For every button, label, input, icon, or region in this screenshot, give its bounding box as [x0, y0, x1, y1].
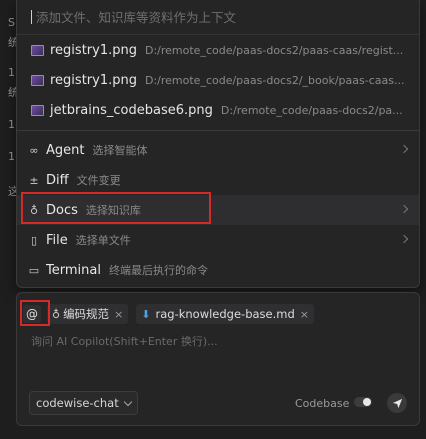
chat-composer: @ ♁ 编码规范 × ⬇ rag-knowledge-base.md × cod…	[16, 292, 420, 426]
chevron-right-icon	[399, 234, 409, 244]
context-search-input[interactable]	[34, 8, 378, 26]
command-name: Agent	[46, 142, 85, 158]
command-desc: 文件变更	[76, 174, 121, 187]
file-path: D:/remote_code/paas-docs2/paas-caas/regi…	[144, 43, 404, 57]
command-desc: 选择智能体	[92, 144, 148, 157]
lightbulb-icon: ♁	[52, 307, 61, 321]
file-name: registry1.png	[50, 72, 137, 88]
command-item-docs[interactable]: ♁ Docs 选择知识库	[17, 195, 419, 225]
command-item-file[interactable]: ▯ File 选择单文件	[17, 225, 419, 255]
divider	[17, 130, 419, 131]
send-icon	[392, 398, 402, 408]
markdown-icon: ⬇	[141, 307, 151, 321]
file-icon: ▯	[30, 233, 38, 247]
file-path: D:/remote_code/paas-docs2/pa...	[220, 103, 403, 117]
file-suggestion-item[interactable]: jetbrains_codebase6.png D:/remote_code/p…	[17, 95, 419, 125]
close-icon[interactable]: ×	[114, 308, 123, 321]
context-chips: @ ♁ 编码规范 × ⬇ rag-knowledge-base.md ×	[23, 303, 322, 325]
context-picker-popup: registry1.png D:/remote_code/paas-docs2/…	[16, 0, 420, 288]
text-caret	[31, 10, 32, 24]
command-name: File	[46, 232, 68, 248]
context-chip[interactable]: ♁ 编码规范 ×	[47, 304, 129, 324]
file-path: D:/remote_code/paas-docs2/_book/paas-caa…	[144, 73, 405, 87]
chip-label: 编码规范	[63, 307, 110, 321]
command-desc: 选择单文件	[75, 234, 131, 247]
chip-label: rag-knowledge-base.md	[155, 307, 295, 321]
codebase-toggle[interactable]	[354, 397, 372, 407]
command-name: Docs	[46, 202, 78, 218]
send-button[interactable]	[387, 393, 407, 413]
context-chip[interactable]: ⬇ rag-knowledge-base.md ×	[136, 304, 314, 324]
command-item-agent[interactable]: ∞ Agent 选择智能体	[17, 135, 419, 165]
file-name: registry1.png	[50, 42, 137, 58]
bg-text: 1	[8, 118, 15, 131]
image-file-icon	[31, 104, 44, 116]
command-item-terminal[interactable]: ▭ Terminal 终端最后执行的命令	[17, 255, 419, 285]
file-suggestion-item[interactable]: registry1.png D:/remote_code/paas-docs2/…	[17, 35, 419, 65]
chat-input[interactable]	[29, 331, 403, 375]
context-search	[17, 0, 419, 35]
diff-icon: ±	[29, 173, 39, 187]
mention-button[interactable]: @	[23, 305, 41, 323]
bg-text: S	[8, 16, 15, 29]
lightbulb-icon: ♁	[29, 203, 39, 217]
command-desc: 终端最后执行的命令	[108, 264, 208, 277]
model-selector[interactable]: codewise-chat	[29, 391, 138, 415]
close-icon[interactable]: ×	[300, 308, 309, 321]
chevron-right-icon	[399, 144, 409, 154]
command-desc: 选择知识库	[85, 204, 141, 217]
chevron-right-icon	[399, 204, 409, 214]
terminal-icon: ▭	[28, 263, 40, 277]
command-name: Diff	[46, 172, 69, 188]
command-item-diff[interactable]: ± Diff 文件变更	[17, 165, 419, 195]
bg-text: 1	[8, 66, 15, 79]
file-name: jetbrains_codebase6.png	[50, 102, 213, 118]
file-suggestion-item[interactable]: registry1.png D:/remote_code/paas-docs2/…	[17, 65, 419, 95]
codebase-label: Codebase	[295, 397, 350, 410]
model-name: codewise-chat	[36, 396, 119, 410]
infinity-icon: ∞	[29, 143, 39, 157]
image-file-icon	[31, 74, 44, 86]
command-name: Terminal	[46, 262, 101, 278]
chevron-down-icon	[123, 397, 132, 406]
image-file-icon	[31, 44, 44, 56]
bg-text: 1	[8, 150, 15, 163]
